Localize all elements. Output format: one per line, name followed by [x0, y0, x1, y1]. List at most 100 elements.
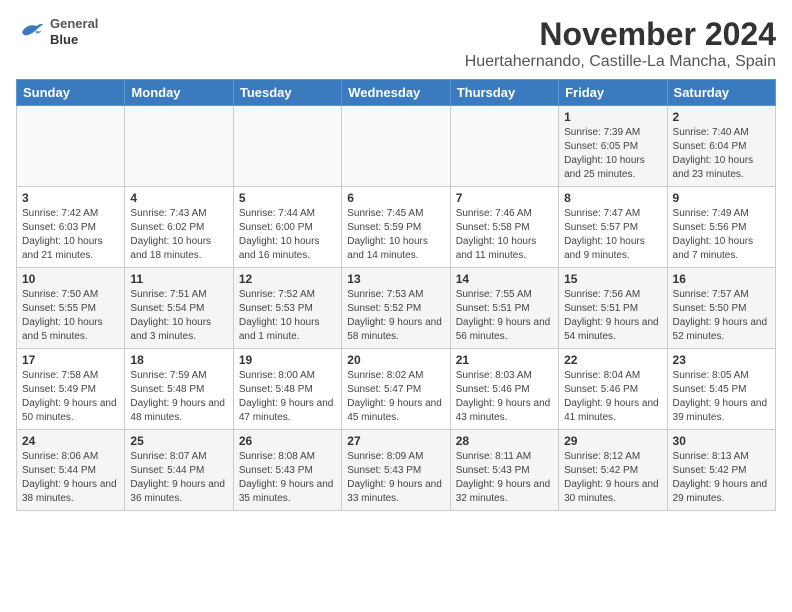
day-number: 16 [673, 272, 770, 286]
day-info: Sunrise: 7:47 AM Sunset: 5:57 PM Dayligh… [564, 207, 661, 263]
day-number: 13 [347, 272, 444, 286]
calendar-week-row: 24 Sunrise: 8:06 AM Sunset: 5:44 PM Dayli… [17, 430, 776, 511]
logo-text: General Blue [50, 16, 98, 47]
calendar-cell: 19 Sunrise: 8:00 AM Sunset: 5:48 PM Dayli… [233, 349, 341, 430]
calendar-cell: 6 Sunrise: 7:45 AM Sunset: 5:59 PM Daylig… [342, 187, 450, 268]
calendar-cell: 15Sunrise: 7:56 AM Sunset: 5:51 PM Dayli… [559, 268, 667, 349]
calendar-cell: 13 Sunrise: 7:53 AM Sunset: 5:52 PM Dayli… [342, 268, 450, 349]
day-info: Sunrise: 7:42 AM Sunset: 6:03 PM Dayligh… [22, 207, 119, 263]
day-info: Sunrise: 7:44 AM Sunset: 6:00 PM Dayligh… [239, 207, 336, 263]
day-info: Sunrise: 7:52 AM Sunset: 5:53 PM Dayligh… [239, 288, 336, 344]
calendar-title: November 2024 [465, 16, 776, 53]
calendar-cell: 26 Sunrise: 8:08 AM Sunset: 5:43 PM Dayli… [233, 430, 341, 511]
day-info: Sunrise: 7:55 AM Sunset: 5:51 PM Dayligh… [456, 288, 553, 344]
calendar-cell: 2 Sunrise: 7:40 AM Sunset: 6:04 PM Daylig… [667, 106, 775, 187]
day-number: 6 [347, 191, 444, 205]
day-number: 1 [564, 110, 661, 124]
day-number: 22 [564, 353, 661, 367]
day-info: Sunrise: 7:53 AM Sunset: 5:52 PM Dayligh… [347, 288, 444, 344]
day-number: 24 [22, 434, 119, 448]
day-info: Sunrise: 7:46 AM Sunset: 5:58 PM Dayligh… [456, 207, 553, 263]
calendar-cell [17, 106, 125, 187]
calendar-cell: 30 Sunrise: 8:13 AM Sunset: 5:42 PM Dayli… [667, 430, 775, 511]
day-info: Sunrise: 8:04 AM Sunset: 5:46 PM Dayligh… [564, 369, 661, 425]
day-number: 10 [22, 272, 119, 286]
day-info: Sunrise: 7:45 AM Sunset: 5:59 PM Dayligh… [347, 207, 444, 263]
day-number: 3 [22, 191, 119, 205]
calendar-cell: 12Sunrise: 7:52 AM Sunset: 5:53 PM Dayli… [233, 268, 341, 349]
calendar-cell: 27 Sunrise: 8:09 AM Sunset: 5:43 PM Dayli… [342, 430, 450, 511]
day-number: 11 [130, 272, 227, 286]
calendar-cell: 18 Sunrise: 7:59 AM Sunset: 5:48 PM Dayli… [125, 349, 233, 430]
day-info: Sunrise: 7:51 AM Sunset: 5:54 PM Dayligh… [130, 288, 227, 344]
day-number: 21 [456, 353, 553, 367]
calendar-cell: 20 Sunrise: 8:02 AM Sunset: 5:47 PM Dayli… [342, 349, 450, 430]
calendar-cell: 10 Sunrise: 7:50 AM Sunset: 5:55 PM Dayli… [17, 268, 125, 349]
day-number: 19 [239, 353, 336, 367]
calendar-week-row: 1 Sunrise: 7:39 AM Sunset: 6:05 PM Daylig… [17, 106, 776, 187]
day-number: 8 [564, 191, 661, 205]
calendar-cell: 4 Sunrise: 7:43 AM Sunset: 6:02 PM Daylig… [125, 187, 233, 268]
calendar-cell: 24 Sunrise: 8:06 AM Sunset: 5:44 PM Dayli… [17, 430, 125, 511]
day-number: 15 [564, 272, 661, 286]
header: General Blue November 2024 Huertahernand… [16, 16, 776, 71]
weekday-header: Wednesday [342, 80, 450, 106]
day-number: 17 [22, 353, 119, 367]
calendar-cell: 9 Sunrise: 7:49 AM Sunset: 5:56 PM Daylig… [667, 187, 775, 268]
day-number: 7 [456, 191, 553, 205]
day-info: Sunrise: 7:49 AM Sunset: 5:56 PM Dayligh… [673, 207, 770, 263]
calendar-cell: 29 Sunrise: 8:12 AM Sunset: 5:42 PM Dayli… [559, 430, 667, 511]
day-info: Sunrise: 8:07 AM Sunset: 5:44 PM Dayligh… [130, 450, 227, 506]
day-info: Sunrise: 7:58 AM Sunset: 5:49 PM Dayligh… [22, 369, 119, 425]
calendar-week-row: 10 Sunrise: 7:50 AM Sunset: 5:55 PM Dayli… [17, 268, 776, 349]
day-number: 25 [130, 434, 227, 448]
calendar-cell: 8 Sunrise: 7:47 AM Sunset: 5:57 PM Daylig… [559, 187, 667, 268]
calendar-cell: 1 Sunrise: 7:39 AM Sunset: 6:05 PM Daylig… [559, 106, 667, 187]
day-number: 2 [673, 110, 770, 124]
day-info: Sunrise: 8:03 AM Sunset: 5:46 PM Dayligh… [456, 369, 553, 425]
day-info: Sunrise: 8:08 AM Sunset: 5:43 PM Dayligh… [239, 450, 336, 506]
day-number: 30 [673, 434, 770, 448]
calendar-cell: 17 Sunrise: 7:58 AM Sunset: 5:49 PM Dayli… [17, 349, 125, 430]
calendar-cell: 28 Sunrise: 8:11 AM Sunset: 5:43 PM Dayli… [450, 430, 558, 511]
calendar-header-row: SundayMondayTuesdayWednesdayThursdayFrid… [17, 80, 776, 106]
calendar-cell [233, 106, 341, 187]
calendar-body: 1 Sunrise: 7:39 AM Sunset: 6:05 PM Daylig… [17, 106, 776, 511]
day-number: 26 [239, 434, 336, 448]
calendar-cell: 23Sunrise: 8:05 AM Sunset: 5:45 PM Dayli… [667, 349, 775, 430]
day-info: Sunrise: 8:12 AM Sunset: 5:42 PM Dayligh… [564, 450, 661, 506]
day-info: Sunrise: 8:13 AM Sunset: 5:42 PM Dayligh… [673, 450, 770, 506]
day-info: Sunrise: 7:39 AM Sunset: 6:05 PM Dayligh… [564, 126, 661, 182]
day-number: 27 [347, 434, 444, 448]
calendar-cell: 22 Sunrise: 8:04 AM Sunset: 5:46 PM Dayli… [559, 349, 667, 430]
calendar-cell: 11 Sunrise: 7:51 AM Sunset: 5:54 PM Dayli… [125, 268, 233, 349]
day-info: Sunrise: 8:02 AM Sunset: 5:47 PM Dayligh… [347, 369, 444, 425]
day-info: Sunrise: 7:59 AM Sunset: 5:48 PM Dayligh… [130, 369, 227, 425]
day-info: Sunrise: 7:40 AM Sunset: 6:04 PM Dayligh… [673, 126, 770, 182]
day-info: Sunrise: 7:50 AM Sunset: 5:55 PM Dayligh… [22, 288, 119, 344]
weekday-header: Saturday [667, 80, 775, 106]
calendar-cell: 21 Sunrise: 8:03 AM Sunset: 5:46 PM Dayli… [450, 349, 558, 430]
calendar-cell: 25 Sunrise: 8:07 AM Sunset: 5:44 PM Dayli… [125, 430, 233, 511]
calendar-week-row: 3 Sunrise: 7:42 AM Sunset: 6:03 PM Daylig… [17, 187, 776, 268]
day-info: Sunrise: 8:11 AM Sunset: 5:43 PM Dayligh… [456, 450, 553, 506]
day-info: Sunrise: 7:43 AM Sunset: 6:02 PM Dayligh… [130, 207, 227, 263]
calendar-cell: 14 Sunrise: 7:55 AM Sunset: 5:51 PM Dayli… [450, 268, 558, 349]
day-number: 4 [130, 191, 227, 205]
day-number: 14 [456, 272, 553, 286]
day-info: Sunrise: 8:00 AM Sunset: 5:48 PM Dayligh… [239, 369, 336, 425]
calendar-cell: 3 Sunrise: 7:42 AM Sunset: 6:03 PM Daylig… [17, 187, 125, 268]
day-info: Sunrise: 8:09 AM Sunset: 5:43 PM Dayligh… [347, 450, 444, 506]
day-number: 18 [130, 353, 227, 367]
calendar-cell [450, 106, 558, 187]
calendar-cell: 16 Sunrise: 7:57 AM Sunset: 5:50 PM Dayli… [667, 268, 775, 349]
day-number: 23 [673, 353, 770, 367]
day-number: 29 [564, 434, 661, 448]
day-info: Sunrise: 8:06 AM Sunset: 5:44 PM Dayligh… [22, 450, 119, 506]
calendar-cell [342, 106, 450, 187]
weekday-header: Monday [125, 80, 233, 106]
day-number: 28 [456, 434, 553, 448]
day-number: 20 [347, 353, 444, 367]
day-info: Sunrise: 7:57 AM Sunset: 5:50 PM Dayligh… [673, 288, 770, 344]
day-number: 9 [673, 191, 770, 205]
